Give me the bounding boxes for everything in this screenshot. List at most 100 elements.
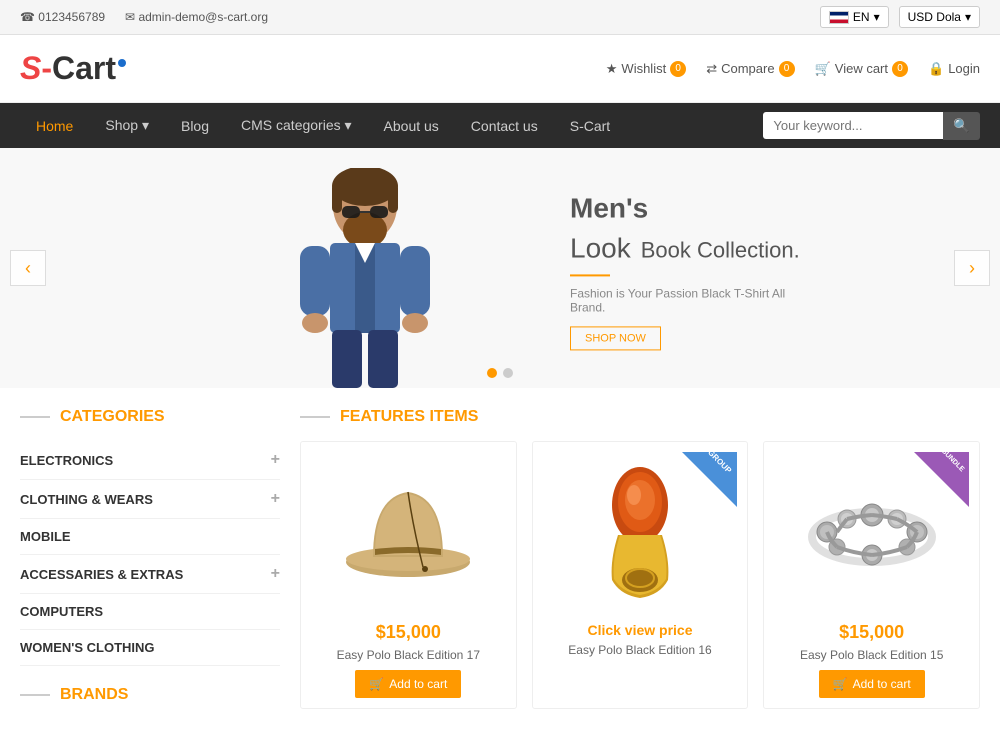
cart-icon: 🛒 [815,61,831,77]
brands-title: BRANDS [20,686,280,704]
compare-icon: ⇄ [706,61,717,77]
logo[interactable]: S-Cart [20,50,126,87]
cart-icon: 🛒 [369,677,384,691]
slider-figure [280,158,450,388]
bundle-badge [914,452,969,507]
language-label: EN [853,10,870,24]
sidebar: CATEGORIES ELECTRONICS + CLOTHING & WEAR… [20,408,280,709]
hero-slider: ‹ [0,148,1000,388]
cart-badge: 0 [892,61,908,77]
top-bar-left: ☎ 0123456789 ✉ admin-demo@s-cart.org [20,10,268,24]
currency-selector[interactable]: USD Dola ▾ [899,6,980,28]
slider-subtext: Fashion is Your Passion Black T-Shirt Al… [570,287,800,315]
top-bar: ☎ 0123456789 ✉ admin-demo@s-cart.org EN … [0,0,1000,35]
main-nav: Home Shop ▾ Blog CMS categories ▾ About … [0,103,1000,148]
product-grid: $15,000 Easy Polo Black Edition 17 🛒 Add… [300,441,980,709]
chevron-down-icon: ▾ [965,10,971,24]
nav-about[interactable]: About us [368,104,455,148]
slider-prev-button[interactable]: ‹ [10,250,46,286]
products-area: FEATURES ITEMS [300,408,980,709]
viewcart-label: View cart [835,61,888,76]
categories-title: CATEGORIES [20,408,280,426]
category-computers[interactable]: COMPUTERS [20,594,280,630]
wishlist-link[interactable]: ★ Wishlist 0 [606,61,686,77]
product-price-3: $15,000 [774,622,969,643]
product-card-2: GROUP Click view p [532,441,749,709]
login-label: Login [948,61,980,76]
category-womens[interactable]: WOMEN'S CLOTHING [20,630,280,666]
logo-s: S [20,50,41,86]
slider-heading-suffix: Book Collection. [641,237,800,262]
email-address: admin-demo@s-cart.org [138,10,268,24]
shop-now-button[interactable]: SHOP NOW [570,327,661,351]
star-icon: ★ [606,61,618,77]
add-to-cart-button-1[interactable]: 🛒 Add to cart [355,670,461,698]
product-price-2: Click view price [543,622,738,638]
phone-icon: ☎ [20,10,35,24]
slider-heading-bold: Men's [570,192,648,223]
main-content: CATEGORIES ELECTRONICS + CLOTHING & WEAR… [0,388,1000,729]
category-clothing[interactable]: CLOTHING & WEARS + [20,480,280,519]
email-info: ✉ admin-demo@s-cart.org [125,10,268,24]
slider-dot-1[interactable] [487,368,497,378]
slider-text: Men's Look Book Collection. Fashion is Y… [570,185,800,350]
nav-links: Home Shop ▾ Blog CMS categories ▾ About … [20,103,626,148]
category-electronics[interactable]: ELECTRONICS + [20,441,280,480]
login-link[interactable]: 🔒 Login [928,61,980,77]
slider-dots [487,368,513,378]
nav-scart[interactable]: S-Cart [554,104,626,148]
product-card-3: BUNDLE [763,441,980,709]
product-image-1 [311,452,506,612]
hat-illustration [343,477,473,587]
email-icon: ✉ [125,10,135,24]
phone-number: 0123456789 [38,10,105,24]
add-to-cart-button-3[interactable]: 🛒 Add to cart [819,670,925,698]
man-illustration [280,168,450,388]
search-button[interactable]: 🔍 [943,112,980,140]
language-selector[interactable]: EN ▾ [820,6,889,28]
expand-icon: + [271,490,280,508]
category-mobile[interactable]: MOBILE [20,519,280,555]
flag-icon [829,11,849,24]
wishlist-badge: 0 [670,61,686,77]
top-bar-right: EN ▾ USD Dola ▾ [820,6,980,28]
category-list: ELECTRONICS + CLOTHING & WEARS + MOBILE … [20,441,280,666]
currency-label: USD Dola [908,10,961,24]
compare-badge: 0 [779,61,795,77]
product-price-1: $15,000 [311,622,506,643]
nav-shop[interactable]: Shop ▾ [89,103,165,148]
compare-link[interactable]: ⇄ Compare 0 [706,61,794,77]
product-name-3: Easy Polo Black Edition 15 [774,648,969,662]
chevron-down-icon: ▾ [874,10,880,24]
expand-icon: + [271,565,280,583]
features-title: FEATURES ITEMS [300,408,980,426]
slider-heading: Men's Look Book Collection. [570,185,800,264]
header: S-Cart ★ Wishlist 0 ⇄ Compare 0 🛒 View c… [0,35,1000,103]
product-image-2: GROUP [543,452,738,612]
compare-label: Compare [721,61,774,76]
viewcart-link[interactable]: 🛒 View cart 0 [815,61,908,77]
product-image-3: BUNDLE [774,452,969,612]
wishlist-label: Wishlist [621,61,666,76]
group-badge [682,452,737,507]
nav-cms[interactable]: CMS categories ▾ [225,103,368,148]
product-name-2: Easy Polo Black Edition 16 [543,643,738,657]
cart-icon: 🛒 [833,677,848,691]
slider-next-button[interactable]: › [954,250,990,286]
slider-dot-2[interactable] [503,368,513,378]
nav-blog[interactable]: Blog [165,104,225,148]
ring-illustration [590,460,690,605]
search-icon: 🔍 [953,118,970,133]
category-accessories[interactable]: ACCESSARIES & EXTRAS + [20,555,280,594]
slider-content: Men's Look Book Collection. Fashion is Y… [0,148,1000,388]
nav-home[interactable]: Home [20,104,89,148]
phone-info: ☎ 0123456789 [20,10,105,24]
nav-search: 🔍 [763,112,980,140]
product-name-1: Easy Polo Black Edition 17 [311,648,506,662]
nav-contact[interactable]: Contact us [455,104,554,148]
slider-heading-look: Look [570,232,631,263]
product-card-1: $15,000 Easy Polo Black Edition 17 🛒 Add… [300,441,517,709]
search-input[interactable] [763,112,943,139]
header-nav: ★ Wishlist 0 ⇄ Compare 0 🛒 View cart 0 🔒… [606,61,980,77]
lock-icon: 🔒 [928,61,944,77]
